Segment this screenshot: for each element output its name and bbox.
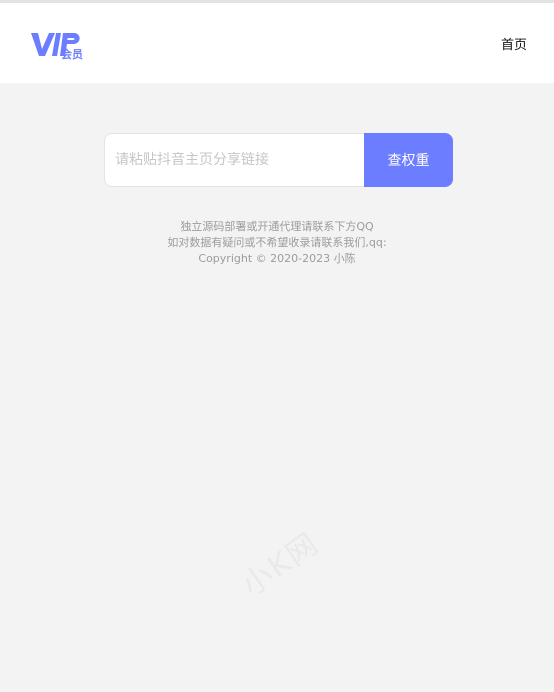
check-weight-button[interactable]: 查权重 (364, 133, 453, 187)
watermark: 小K网 (235, 525, 326, 604)
site-header: 会员 首页 (0, 3, 554, 83)
footer-info: 独立源码部署或开通代理请联系下方QQ 如对数据有疑问或不希望收录请联系我们,qq… (0, 219, 554, 267)
share-link-input[interactable] (104, 133, 364, 187)
nav-home-link[interactable]: 首页 (501, 34, 527, 53)
footer-line-feedback: 如对数据有疑问或不希望收录请联系我们,qq: (167, 236, 387, 249)
footer-line-contact: 独立源码部署或开通代理请联系下方QQ (180, 220, 374, 233)
search-bar: 查权重 (104, 133, 453, 187)
svg-text:会员: 会员 (61, 47, 83, 61)
footer-copyright: Copyright © 2020-2023 小陈 (198, 252, 356, 265)
vip-logo[interactable]: 会员 (29, 29, 89, 61)
